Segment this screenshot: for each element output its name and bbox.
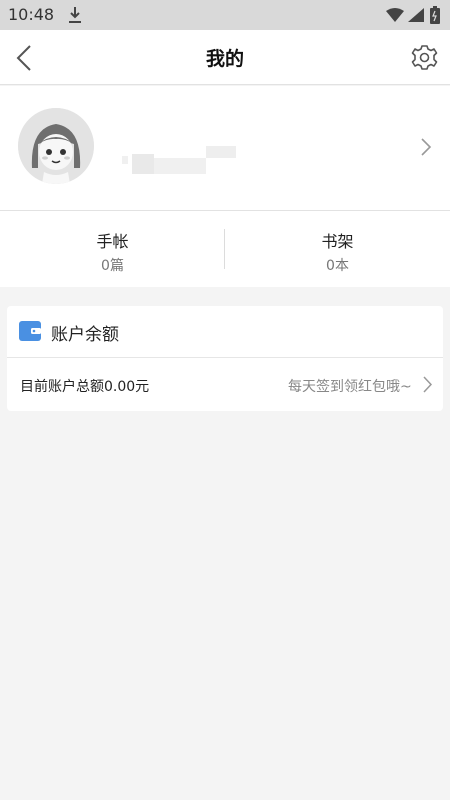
stat-journal[interactable]: 手帐 0篇 bbox=[0, 211, 225, 288]
wifi-icon bbox=[386, 8, 404, 22]
stat-bookshelf[interactable]: 书架 0本 bbox=[225, 211, 450, 288]
avatar[interactable] bbox=[18, 108, 94, 184]
stat-count: 0本 bbox=[326, 258, 349, 274]
checkin-reward-link[interactable]: 每天签到领红包哦~ bbox=[288, 376, 412, 396]
status-bar: 10:48 bbox=[0, 0, 450, 30]
chevron-right-icon bbox=[421, 138, 432, 156]
gear-icon[interactable] bbox=[411, 44, 438, 71]
stats-row: 手帐 0篇 书架 0本 bbox=[0, 210, 450, 287]
top-nav-bar: 我的 bbox=[0, 30, 450, 85]
username-blurred bbox=[122, 144, 238, 176]
signal-icon bbox=[408, 8, 424, 22]
card-title: 账户余额 bbox=[51, 325, 119, 345]
balance-row[interactable]: 目前账户总额0.00元 每天签到领红包哦~ bbox=[7, 359, 443, 411]
download-icon bbox=[69, 7, 81, 23]
chevron-right-icon bbox=[423, 376, 432, 393]
account-balance-card: 账户余额 目前账户总额0.00元 每天签到领红包哦~ bbox=[7, 306, 443, 411]
stat-count: 0篇 bbox=[101, 258, 124, 274]
stat-label: 手帐 bbox=[96, 232, 129, 251]
battery-icon bbox=[430, 6, 440, 24]
page-title: 我的 bbox=[205, 48, 244, 70]
profile-section[interactable] bbox=[0, 86, 450, 210]
wallet-icon bbox=[19, 321, 41, 341]
cartoon-girl-avatar bbox=[18, 108, 94, 184]
status-time: 10:48 bbox=[8, 5, 55, 24]
card-header: 账户余额 bbox=[7, 306, 443, 358]
stat-label: 书架 bbox=[321, 232, 354, 251]
balance-amount-text: 目前账户总额0.00元 bbox=[20, 379, 150, 395]
